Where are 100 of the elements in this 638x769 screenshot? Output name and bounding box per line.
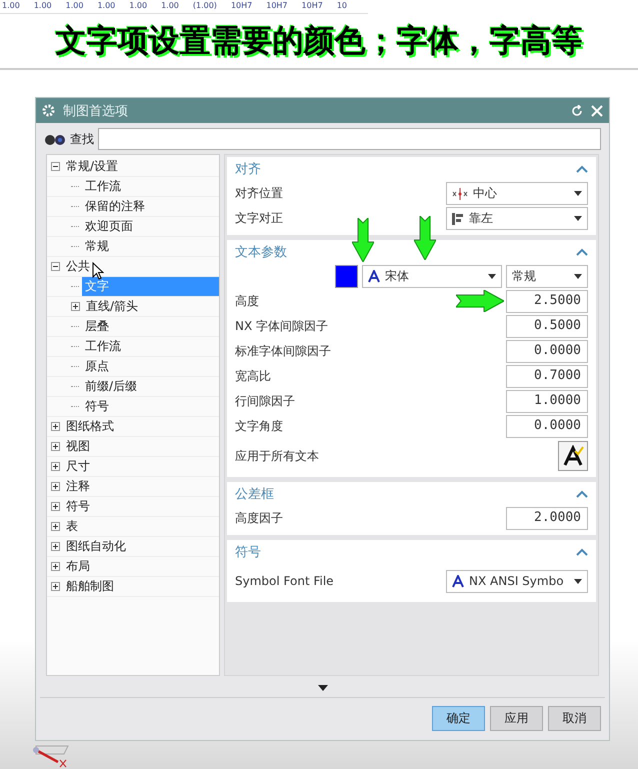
field-label: 高度 — [235, 293, 259, 310]
tree-item[interactable]: 前缀/后缀 — [82, 377, 140, 396]
toolbar-item[interactable]: 10H7 — [266, 0, 288, 13]
number-field[interactable]: 0.0000 — [506, 415, 588, 438]
dialog-button[interactable]: 应用 — [490, 706, 543, 731]
expand-toggle-icon[interactable] — [51, 522, 60, 531]
tree-item[interactable]: 注释 — [63, 477, 93, 496]
field-label: 宽高比 — [235, 368, 271, 385]
apply-all-button[interactable] — [558, 441, 588, 471]
tree-item[interactable]: 保留的注释 — [82, 197, 148, 216]
down-arrow-icon — [414, 216, 436, 260]
toolbar-item[interactable]: 1.00 — [2, 0, 20, 13]
toolbar-item[interactable]: 10H7 — [302, 0, 323, 13]
dropdown-arrow-icon — [488, 274, 496, 279]
caption-text: 文字项设置需要的颜色；字体，字高等 — [0, 14, 638, 70]
expand-toggle-icon[interactable] — [51, 562, 60, 571]
toolbar-item[interactable]: (1.00) — [192, 0, 217, 13]
search-field[interactable] — [98, 128, 601, 150]
toolbar-item[interactable]: 10H7 — [230, 0, 252, 13]
dropdown[interactable]: 靠左 — [446, 207, 588, 230]
tree-item[interactable]: 图纸格式 — [63, 417, 117, 436]
crosshair-icon — [452, 188, 468, 200]
font-dropdown[interactable]: 宋体 — [362, 265, 502, 288]
expand-toggle-icon[interactable] — [51, 542, 60, 551]
tree-item[interactable]: 直线/箭头 — [83, 297, 142, 316]
tree-item[interactable]: 符号 — [63, 497, 93, 516]
number-field[interactable]: 1.0000 — [506, 390, 588, 413]
expand-toggle-icon[interactable] — [51, 462, 60, 471]
binoculars-icon — [44, 132, 66, 146]
tree-item[interactable]: 尺寸 — [63, 457, 93, 476]
expand-toggle-icon[interactable] — [51, 482, 60, 491]
dialog-button[interactable]: 取消 — [548, 706, 601, 731]
tree-item[interactable]: 工作流 — [82, 177, 124, 196]
style-dropdown[interactable]: 常规 — [506, 265, 588, 288]
field-label: 高度因子 — [235, 510, 283, 527]
toolbar-item[interactable]: 1.00 — [161, 0, 179, 13]
dropdown-arrow-icon — [574, 274, 582, 279]
number-field[interactable]: 0.0000 — [506, 340, 588, 363]
field-label: 对齐位置 — [235, 185, 283, 202]
down-arrow-icon — [352, 218, 374, 262]
font-letter-icon — [368, 270, 380, 283]
tree-item[interactable]: 常规 — [82, 237, 112, 256]
field-label: 行间隙因子 — [235, 393, 295, 410]
toolbar-item[interactable]: 1.00 — [34, 0, 52, 13]
number-field[interactable]: 0.7000 — [506, 365, 588, 388]
number-field[interactable]: 2.5000 — [506, 290, 588, 313]
section-title: 符号 — [235, 544, 261, 561]
expand-toggle-icon[interactable] — [71, 302, 80, 311]
collapse-caret-icon[interactable] — [576, 248, 588, 256]
tree-item[interactable]: 欢迎页面 — [82, 217, 136, 236]
tree-item[interactable]: 工作流 — [82, 337, 124, 356]
toolbar-item[interactable]: 1.00 — [129, 0, 148, 13]
toolbar-item[interactable]: 1.00 — [66, 0, 84, 13]
tree-item[interactable]: 原点 — [82, 357, 112, 376]
mouse-cursor-icon — [92, 262, 104, 280]
color-swatch[interactable] — [335, 265, 358, 288]
font-dropdown[interactable]: NX ANSI Symbo — [446, 570, 588, 592]
tree-item[interactable]: 视图 — [63, 437, 93, 456]
tree-item[interactable]: 船舶制图 — [63, 577, 117, 596]
field-label: 应用于所有文本 — [235, 448, 319, 464]
search-label: 查找 — [70, 130, 94, 148]
expand-toggle-icon[interactable] — [51, 582, 60, 591]
tree-item[interactable]: 图纸自动化 — [63, 537, 129, 556]
reset-icon[interactable] — [571, 104, 583, 116]
dialog-button[interactable]: 确定 — [432, 706, 485, 731]
letter-check-icon — [562, 445, 584, 467]
tree-item[interactable]: 符号 — [82, 397, 112, 416]
section-title: 文本参数 — [235, 244, 287, 261]
font-letter-icon — [452, 574, 464, 588]
toolbar-item[interactable]: 10 — [336, 0, 348, 13]
collapse-caret-icon[interactable] — [576, 490, 588, 498]
dropdown-arrow-icon — [574, 191, 582, 196]
dropdown[interactable]: 中心 — [446, 182, 588, 205]
field-label: Symbol Font File — [235, 574, 334, 588]
collapse-caret-icon[interactable] — [576, 548, 588, 556]
collapse-toggle-icon[interactable] — [51, 262, 60, 271]
toolbar-item[interactable]: 1.00 — [97, 0, 116, 13]
collapse-toggle-icon[interactable] — [51, 162, 60, 171]
section-title: 公差框 — [235, 486, 274, 503]
number-field[interactable]: 0.5000 — [506, 315, 588, 338]
align-left-icon — [452, 212, 464, 224]
field-label: 文字对正 — [235, 210, 283, 227]
expand-arrow-icon[interactable] — [318, 685, 328, 691]
tree-item[interactable]: 公共 — [63, 257, 93, 276]
tree-item[interactable]: 表 — [63, 517, 81, 536]
field-label: 标准字体间隙因子 — [235, 343, 331, 360]
field-label: 文字角度 — [235, 418, 283, 435]
field-label: NX 字体间隙因子 — [235, 318, 328, 335]
expand-toggle-icon[interactable] — [51, 442, 60, 451]
tree-item[interactable]: 布局 — [63, 557, 93, 576]
gear-icon — [42, 104, 55, 117]
collapse-caret-icon[interactable] — [576, 165, 588, 173]
dropdown-arrow-icon — [574, 216, 582, 221]
section-title: 对齐 — [235, 161, 261, 178]
expand-toggle-icon[interactable] — [51, 502, 60, 511]
expand-toggle-icon[interactable] — [51, 422, 60, 431]
close-icon[interactable] — [591, 104, 603, 116]
tree-item[interactable]: 层叠 — [82, 317, 112, 336]
number-field[interactable]: 2.0000 — [506, 507, 588, 530]
tree-item[interactable]: 常规/设置 — [63, 157, 122, 176]
